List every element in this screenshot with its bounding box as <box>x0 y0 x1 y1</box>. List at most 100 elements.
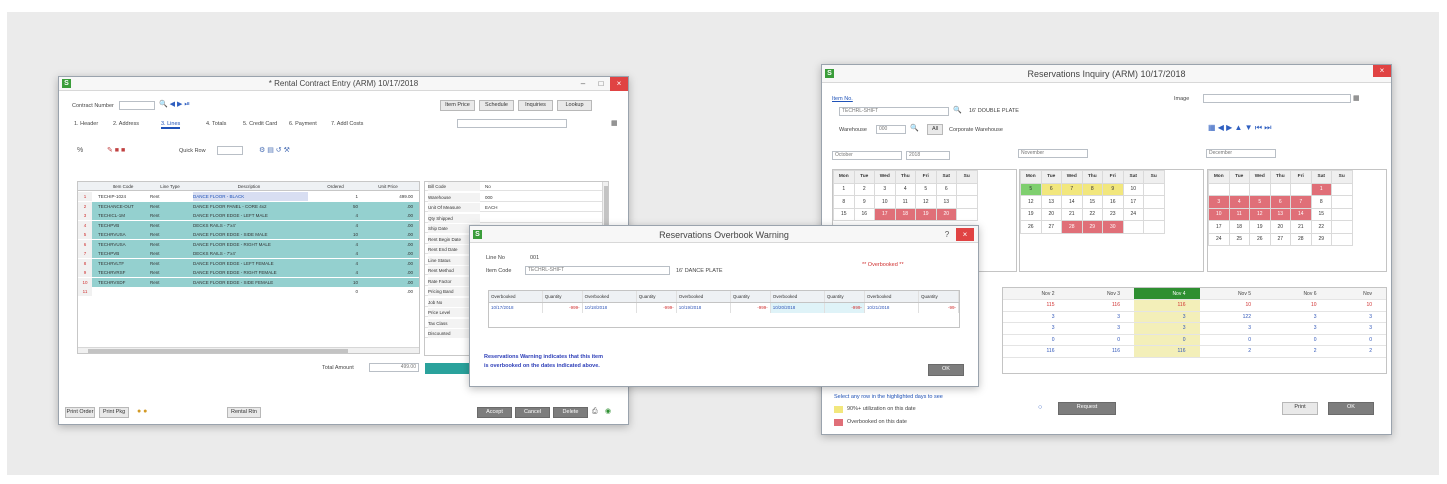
tab-totals[interactable]: 4. Totals <box>206 121 226 127</box>
calendar-day[interactable]: 6 <box>1269 195 1291 209</box>
quantity-cell[interactable]: 3 <box>1330 311 1386 323</box>
table-row[interactable]: 10 TECHRVSDF Rent DANCE FLOOR EDGE - SIDE F… <box>78 277 419 287</box>
day-column-header[interactable]: Nov 2 <box>1003 288 1069 300</box>
calendar-day[interactable]: 13 <box>1269 207 1291 221</box>
quantity-cell[interactable]: 3 <box>1068 322 1134 335</box>
calendar-day[interactable]: 24 <box>1122 207 1144 221</box>
calendar-day[interactable]: 22 <box>1081 207 1103 221</box>
overbook-date-cell[interactable]: 10/18/2018 <box>582 302 637 313</box>
quantity-cell[interactable]: 116 <box>1068 299 1134 312</box>
overbook-date-cell[interactable]: 10/17/2018 <box>489 302 543 313</box>
quantity-cell[interactable]: 3 <box>1003 322 1069 335</box>
calendar-day[interactable]: 14 <box>1061 195 1083 209</box>
table-row[interactable]: 2 TECHANCE-OUT Rent DANCE FLOOR PANEL - COR… <box>78 201 419 211</box>
quantity-cell[interactable]: 0 <box>1134 334 1200 346</box>
print-pkg-button[interactable]: Print Pkg <box>99 407 129 418</box>
calendar-day[interactable]: 19 <box>1020 207 1042 221</box>
quantity-cell[interactable]: 0 <box>1265 334 1331 346</box>
col-header-description[interactable]: Description <box>193 182 305 191</box>
request-button[interactable]: Request <box>1058 402 1116 415</box>
calendar-day[interactable]: 21 <box>1061 207 1083 221</box>
col-header-unit-price[interactable]: Unit Price <box>363 182 413 191</box>
table-row[interactable]: 000000 <box>1003 334 1386 346</box>
table-row[interactable]: 115 116 116 10 10 10 <box>1003 299 1386 312</box>
day-column-header[interactable]: Nov <box>1330 288 1386 300</box>
calendar-day[interactable]: 10 <box>1208 207 1230 221</box>
quantity-cell[interactable]: 0 <box>1068 334 1134 346</box>
calendar-day[interactable]: 26 <box>1020 220 1042 234</box>
calendar-day[interactable]: 3 <box>1208 195 1230 209</box>
day-column-header[interactable]: Nov 3 <box>1068 288 1134 300</box>
quantity-cell[interactable]: 122 <box>1199 311 1265 323</box>
calendar-nav-icons[interactable]: ▦ ◀ ▶ ▲ ▼ ⏮ ⏭ <box>1208 124 1271 132</box>
calendar-day[interactable]: 24 <box>1208 232 1230 246</box>
calendar-day[interactable]: 26 <box>1249 232 1271 246</box>
table-row[interactable]: 1 TECHIP-1024 Rent DANCE FLOOR - BLACK 1 499.… <box>78 192 419 201</box>
calendar-day[interactable]: 5 <box>1249 195 1271 209</box>
calendar-day[interactable]: 21 <box>1290 220 1312 234</box>
calendar-day[interactable]: 13 <box>935 195 957 209</box>
detail-row[interactable]: Warehouse 000 <box>425 192 608 202</box>
calendar-day[interactable]: 5 <box>915 182 937 196</box>
tab-addl-costs[interactable]: 7. Addl Costs <box>331 121 363 127</box>
overbook-quantity-cell[interactable]: -999- <box>730 302 771 313</box>
schedule-button[interactable]: Schedule <box>479 100 514 111</box>
tab-header[interactable]: 1. Header <box>74 121 98 127</box>
quantity-cell[interactable]: 3 <box>1068 311 1134 323</box>
close-button[interactable]: × <box>610 77 628 91</box>
calendar-day[interactable] <box>1290 182 1312 196</box>
close-button[interactable]: × <box>1373 65 1391 77</box>
all-warehouses-button[interactable]: All <box>927 124 943 135</box>
calendar-day[interactable]: 9 <box>853 195 875 209</box>
table-row[interactable]: 4 TECHPVB Rent DECKS RAILS - 7'x4' 4 .00 <box>78 220 419 230</box>
overbook-quantity-cell[interactable]: -999- <box>542 302 583 313</box>
quantity-cell[interactable]: 3 <box>1265 311 1331 323</box>
calendar-day[interactable]: 30 <box>1102 220 1124 234</box>
calendar-day[interactable]: 6 <box>935 182 957 196</box>
quantity-cell[interactable]: 3 <box>1265 322 1331 335</box>
tab-lines[interactable]: 3. Lines <box>161 121 181 129</box>
quantity-cell[interactable]: 3 <box>1134 322 1200 335</box>
calendar-day[interactable]: 19 <box>1249 220 1271 234</box>
month-select[interactable]: October <box>832 151 902 160</box>
quantity-cell[interactable]: 0 <box>1003 334 1069 346</box>
calendar-day[interactable] <box>1269 182 1291 196</box>
calendar-day[interactable]: 8 <box>1081 182 1103 196</box>
calendar-day[interactable]: 12 <box>1020 195 1042 209</box>
quantity-cell[interactable]: 2 <box>1330 345 1386 358</box>
item-no-label[interactable]: Item No. <box>832 96 853 102</box>
print-button[interactable]: Print <box>1282 402 1318 415</box>
calendar-day[interactable]: 3 <box>874 182 896 196</box>
close-button[interactable]: × <box>956 228 974 241</box>
delete-button[interactable]: Delete <box>553 407 588 418</box>
contract-number-field[interactable] <box>119 101 155 110</box>
col-header-item-code[interactable]: Item Code <box>98 182 148 191</box>
calendar-day[interactable]: 12 <box>1249 207 1271 221</box>
detail-row[interactable]: Qty Shipped <box>425 213 608 223</box>
image-browse-icon[interactable]: ▦ <box>1353 95 1360 103</box>
calendar-day[interactable]: 9 <box>1102 182 1124 196</box>
calendar-day[interactable]: 4 <box>1228 195 1250 209</box>
calendar-day[interactable]: 28 <box>1290 232 1312 246</box>
year-select[interactable]: 2018 <box>906 151 950 160</box>
minimize-button[interactable]: – <box>574 77 592 91</box>
quick-row-field[interactable] <box>217 146 243 155</box>
warehouse-search-icon[interactable]: 🔍 <box>910 125 919 133</box>
table-row[interactable]: 7 TECHPVB Rent DECKS RAILS - 7'x4' 4 .00 <box>78 249 419 258</box>
calendar-day[interactable]: 15 <box>833 207 855 221</box>
table-row[interactable]: 8 TECHRVLTF Rent DANCE FLOOR EDGE - LEFT FE… <box>78 258 419 268</box>
col-header-line-type[interactable]: Line Type <box>150 182 190 191</box>
overbook-quantity-cell[interactable]: -99- <box>918 302 959 313</box>
table-row[interactable]: 116 116 116 2 2 2 <box>1003 345 1386 358</box>
quantity-cell[interactable]: 116 <box>1134 345 1200 358</box>
tab-payment[interactable]: 6. Payment <box>289 121 317 127</box>
calendar-day[interactable]: 17 <box>874 207 896 221</box>
lookup-button[interactable]: Lookup <box>557 100 592 111</box>
calendar-day[interactable]: 1 <box>1310 182 1332 196</box>
table-row[interactable]: 10/17/2018 -999- 10/18/2018 -999- 10/19/2018… <box>489 302 959 313</box>
calendar-day[interactable]: 28 <box>1061 220 1083 234</box>
overbook-date-cell[interactable]: 10/21/2018 <box>864 302 919 313</box>
tab-credit-card[interactable]: 5. Credit Card <box>243 121 277 127</box>
calendar-day[interactable]: 10 <box>874 195 896 209</box>
calendar-day[interactable]: 8 <box>833 195 855 209</box>
